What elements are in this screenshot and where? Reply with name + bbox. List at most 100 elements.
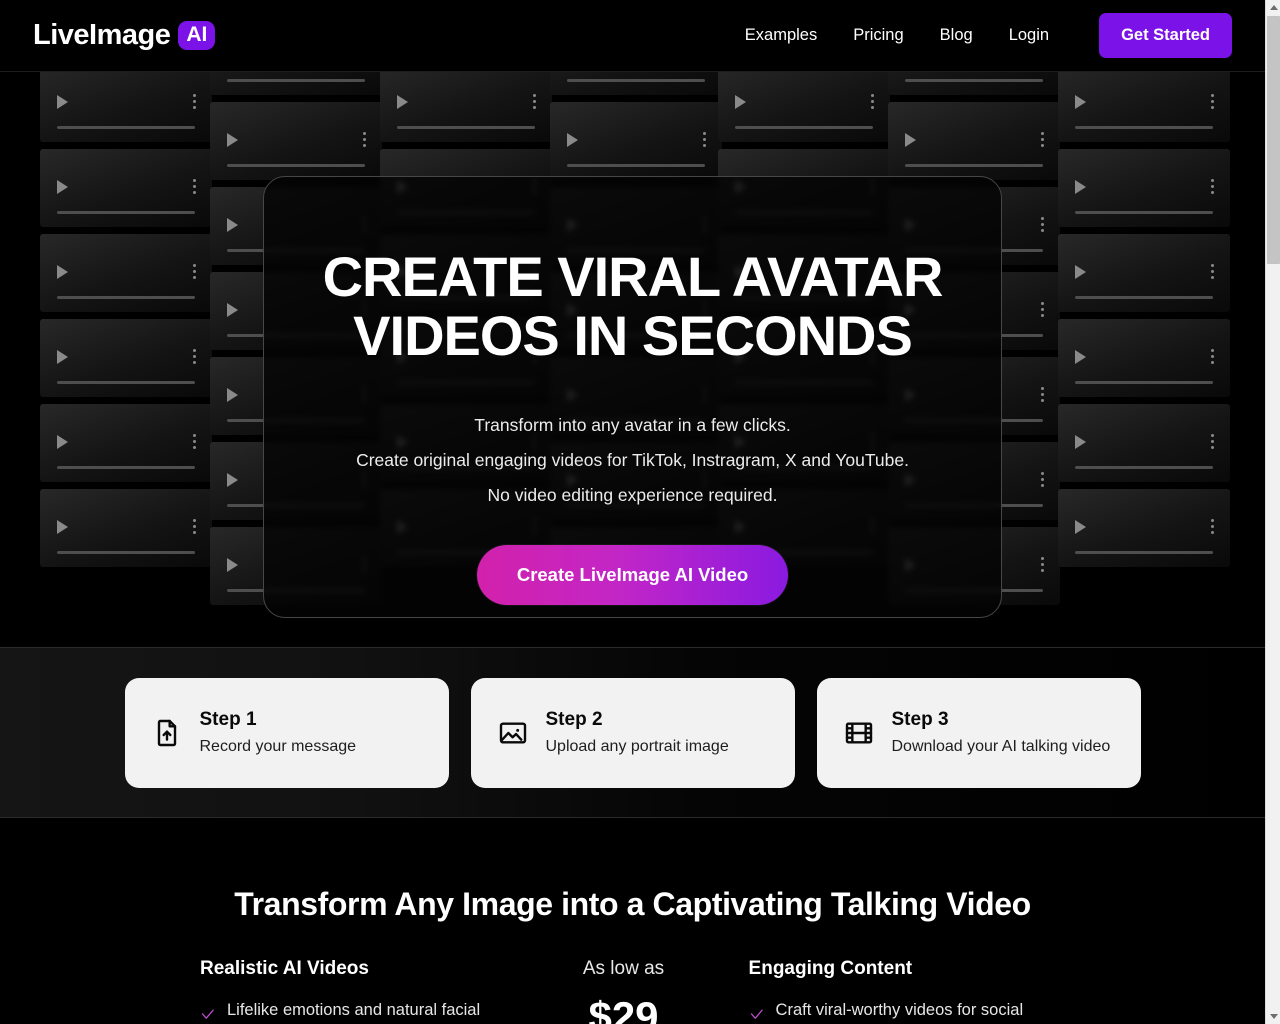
check-icon [200,1007,215,1022]
kebab-menu-icon [193,94,196,112]
list-item: Lifelike emotions and natural facial exp… [200,998,516,1024]
kebab-menu-icon [1041,387,1044,405]
vertical-scrollbar[interactable] [1265,0,1280,1024]
brand-logo-badge: AI [178,21,216,50]
kebab-menu-icon [1211,434,1214,452]
kebab-menu-icon [193,434,196,452]
features-section: Transform Any Image into a Captivating T… [0,818,1265,1024]
kebab-menu-icon [193,264,196,282]
step-2-desc: Upload any portrait image [545,737,729,755]
play-triangle-icon [227,473,238,488]
step-card-1[interactable]: Step 1 Record your message [124,677,449,788]
hero-subtitle-line-1: Transform into any avatar in a few click… [474,414,791,435]
background-video-card [1058,319,1230,397]
kebab-menu-icon [533,94,536,112]
step-1-desc: Record your message [199,737,357,755]
features-columns: Realistic AI Videos Lifelike emotions an… [0,958,1265,1024]
file-upload-icon [151,717,183,749]
get-started-button[interactable]: Get Started [1099,13,1232,58]
background-video-card [210,102,382,180]
background-video-card [210,72,382,95]
kebab-menu-icon [703,132,706,150]
step-card-2[interactable]: Step 2 Upload any portrait image [470,677,795,788]
background-video-card [1058,72,1230,142]
nav-item-login[interactable]: Login [991,27,1067,44]
nav-item-blog[interactable]: Blog [922,27,991,44]
price-label: As low as [582,958,665,979]
main-navigation: Examples Pricing Blog Login Get Started [727,13,1232,58]
play-triangle-icon [1075,265,1086,280]
features-column-right: Engaging Content Craft viral-worthy vide… [749,958,1065,1024]
background-video-card [1058,234,1230,312]
play-triangle-icon [227,133,238,148]
play-triangle-icon [1075,180,1086,195]
scroll-up-arrow-icon[interactable] [1266,0,1280,15]
play-triangle-icon [227,303,238,318]
step-card-3[interactable]: Step 3 Download your AI talking video [816,677,1141,788]
play-triangle-icon [1075,95,1086,110]
kebab-menu-icon [1041,217,1044,235]
hero-section: CREATE VIRAL AVATAR VIDEOS IN SECONDS Tr… [0,72,1265,647]
kebab-menu-icon [1041,557,1044,575]
progress-bar [57,551,195,554]
kebab-menu-icon [1211,264,1214,282]
progress-bar [1075,211,1213,214]
progress-bar [567,79,705,82]
kebab-menu-icon [1211,179,1214,197]
hero-title-line-2: VIDEOS IN SECONDS [353,304,913,368]
background-video-card [380,72,552,142]
play-triangle-icon [1075,520,1086,535]
progress-bar [905,79,1043,82]
play-triangle-icon [57,520,68,535]
background-video-card [1058,404,1230,482]
background-video-card [40,404,212,482]
progress-bar [567,164,705,167]
kebab-menu-icon [1041,132,1044,150]
play-triangle-icon [1075,435,1086,450]
hero-subtitle-line-2: Create original engaging videos for TikT… [356,449,909,470]
brand-logo-text: LiveImage [33,19,171,51]
background-video-card [888,72,1060,95]
features-left-item-1: Lifelike emotions and natural facial exp… [227,1001,481,1019]
play-triangle-icon [227,388,238,403]
background-video-card [40,72,212,142]
kebab-menu-icon [871,94,874,112]
play-triangle-icon [57,350,68,365]
progress-bar [1075,296,1213,299]
nav-item-examples[interactable]: Examples [727,27,835,44]
nav-item-pricing[interactable]: Pricing [835,27,921,44]
create-video-button[interactable]: Create LiveImage AI Video [476,544,789,605]
kebab-menu-icon [193,349,196,367]
progress-bar [57,381,195,384]
background-video-card [40,489,212,567]
progress-bar [57,296,195,299]
progress-bar [57,126,195,129]
play-triangle-icon [227,558,238,573]
kebab-menu-icon [1211,94,1214,112]
site-header: LiveImage AI Examples Pricing Blog Login… [0,0,1265,72]
background-video-card [40,234,212,312]
step-3-title: Step 3 [891,709,949,731]
progress-bar [227,79,365,82]
background-video-card [40,319,212,397]
kebab-menu-icon [193,519,196,537]
film-strip-icon [843,717,875,749]
play-triangle-icon [905,133,916,148]
play-triangle-icon [57,265,68,280]
play-triangle-icon [397,95,408,110]
page-root: CREATE VIRAL AVATAR VIDEOS IN SECONDS Tr… [0,0,1265,1024]
hero-subtitle-line-3: No video editing experience required. [487,484,778,505]
hero-title-line-1: CREATE VIRAL AVATAR [322,245,944,308]
kebab-menu-icon [1041,472,1044,490]
step-3-desc: Download your AI talking video [891,737,1111,755]
brand-logo[interactable]: LiveImage AI [33,19,216,51]
scroll-down-arrow-icon[interactable] [1266,1009,1280,1024]
list-item: Craft viral-worthy videos for social med… [749,998,1065,1024]
play-triangle-icon [567,133,578,148]
progress-bar [1075,126,1213,129]
scrollbar-thumb[interactable] [1267,16,1280,264]
step-2-title: Step 2 [545,709,603,731]
background-video-card [550,102,722,180]
background-video-card [888,102,1060,180]
kebab-menu-icon [363,132,366,150]
